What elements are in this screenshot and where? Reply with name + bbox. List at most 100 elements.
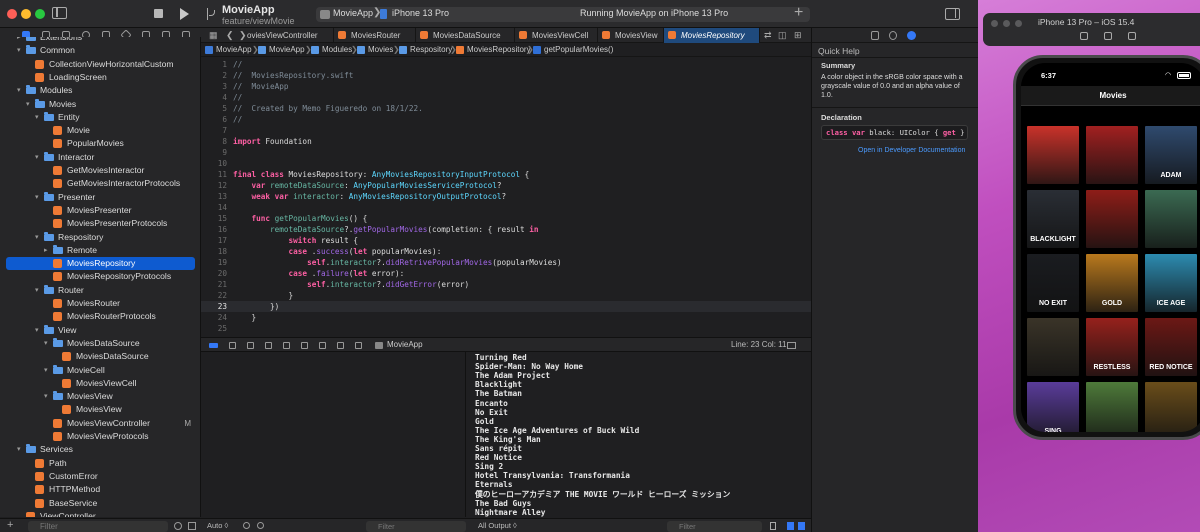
folder-row[interactable]: ▾ Router [0, 284, 200, 297]
code-line[interactable]: 18 case .success(let popularMovies): [201, 246, 811, 257]
back-icon[interactable]: ❮ [226, 30, 234, 41]
environment-overrides-icon[interactable] [337, 342, 344, 349]
file-row[interactable]: BaseService [0, 497, 200, 510]
movie-poster[interactable]: NO EXIT [1027, 254, 1079, 312]
code-line[interactable]: 25 [201, 323, 811, 334]
movie-poster[interactable]: SING [1027, 382, 1079, 432]
folder-row[interactable]: ▾ Interactor [0, 151, 200, 164]
disclosure-open-icon[interactable]: ▾ [35, 231, 39, 244]
code-line[interactable]: 14 [201, 202, 811, 213]
file-inspector-icon[interactable] [871, 31, 879, 40]
code-line[interactable]: 5 // Created by Memo Figueredo on 18/1/22… [201, 103, 811, 114]
forward-icon[interactable]: ❯ [239, 30, 247, 41]
eye-icon[interactable] [257, 522, 264, 529]
editor-tab[interactable]: MoviesRepository [664, 28, 760, 43]
show-variables-icon[interactable] [787, 522, 794, 530]
home-icon[interactable] [1080, 32, 1088, 40]
code-line[interactable]: 8 import Foundation [201, 136, 811, 147]
file-row[interactable]: PopularMovies [0, 137, 200, 150]
movie-poster[interactable] [1086, 126, 1138, 184]
disclosure-open-icon[interactable]: ▾ [17, 84, 21, 97]
folder-row[interactable]: ▾ Modules [0, 84, 200, 97]
file-row[interactable]: CollectionViewHorizontalCustom [0, 58, 200, 71]
info-icon[interactable] [243, 522, 250, 529]
close-window-button[interactable] [7, 9, 17, 19]
screenshot-icon[interactable] [1104, 32, 1112, 40]
movie-poster[interactable] [1027, 318, 1079, 376]
code-line[interactable]: 12 var remoteDataSource: AnyPopularMovie… [201, 180, 811, 191]
code-line[interactable]: 10 [201, 158, 811, 169]
movie-poster[interactable]: BLACKLIGHT [1027, 190, 1079, 248]
file-row[interactable]: MoviesView [0, 403, 200, 416]
folder-row[interactable]: ▾ MoviesDataSource [0, 337, 200, 350]
code-line[interactable]: 11 final class MoviesRepository: AnyMovie… [201, 169, 811, 180]
folder-row[interactable]: ▸ Remote [0, 244, 200, 257]
related-items-icon[interactable]: ⇄ [764, 30, 772, 41]
file-row[interactable]: Movie [0, 124, 200, 137]
editor-tab[interactable]: MoviesRouter [334, 28, 416, 43]
editor-tab[interactable]: oviesViewController [245, 28, 334, 43]
folder-row[interactable]: ▾ MovieCell [0, 364, 200, 377]
view-debugger-icon[interactable] [301, 342, 308, 349]
breakpoints-toggle-icon[interactable] [209, 343, 218, 348]
code-line[interactable]: 23 }) [201, 301, 811, 312]
run-icon[interactable] [180, 8, 189, 20]
editor-tab[interactable]: MoviesView [598, 28, 664, 43]
folder-row[interactable]: ▾ View [0, 324, 200, 337]
folder-row[interactable]: ▾ Movies [0, 98, 200, 111]
code-line[interactable]: 19 self.interactor?.didRetrivePopularMov… [201, 257, 811, 268]
plus-icon[interactable]: + [7, 519, 13, 531]
file-row[interactable]: MoviesRouter [0, 297, 200, 310]
console-output-select[interactable]: All Output ◊ [478, 521, 517, 530]
zoom-window-button[interactable] [35, 9, 45, 19]
movies-collection[interactable]: ADAM BLACKLIGHT NO EXIT GOLD ICE AGE RESTLESS… [1021, 107, 1200, 432]
recent-files-icon[interactable] [174, 522, 182, 530]
pause-icon[interactable] [229, 342, 236, 349]
movie-poster[interactable] [1027, 126, 1079, 184]
file-row[interactable]: MoviesPresenterProtocols [0, 217, 200, 230]
file-row[interactable]: MoviesRouterProtocols [0, 310, 200, 323]
file-row[interactable]: HTTPMethod [0, 483, 200, 496]
variables-scope-select[interactable]: Auto ◊ [207, 521, 228, 530]
file-row[interactable]: MoviesRepositoryProtocols [0, 270, 200, 283]
folder-row[interactable]: ▾ Common [0, 44, 200, 57]
variables-filter-input[interactable]: Filter [366, 521, 466, 532]
branch-name[interactable]: feature/viewMovie [222, 16, 295, 26]
console-output[interactable]: Turning Red Spider-Man: No Way Home The Ad… [467, 352, 811, 517]
disclosure-open-icon[interactable]: ▾ [17, 44, 21, 57]
movie-poster[interactable]: ICE AGE [1145, 254, 1197, 312]
disclosure-open-icon[interactable]: ▾ [44, 390, 48, 403]
scheme-selector[interactable]: MovieApp ❯ iPhone 13 Pro Running MovieAp… [316, 7, 810, 22]
code-line[interactable]: 24 } [201, 312, 811, 323]
disclosure-open-icon[interactable]: ▾ [35, 324, 39, 337]
filter-modified-icon[interactable] [188, 522, 196, 530]
disclosure-open-icon[interactable]: ▾ [35, 111, 39, 124]
code-line[interactable]: 9 [201, 147, 811, 158]
movie-poster[interactable] [1086, 190, 1138, 248]
file-row[interactable]: MoviesPresenter [0, 204, 200, 217]
movie-poster[interactable] [1145, 190, 1197, 248]
step-over-icon[interactable] [247, 342, 254, 349]
editor-tab[interactable]: MoviesViewCell [515, 28, 598, 43]
code-line[interactable]: 7 [201, 125, 811, 136]
console-filter-input[interactable]: Filter [667, 521, 762, 532]
movie-poster[interactable]: RESTLESS [1086, 318, 1138, 376]
file-row[interactable]: GetMoviesInteractor [0, 164, 200, 177]
scheme-app-name[interactable]: MovieApp [333, 8, 373, 18]
file-row[interactable]: CustomError [0, 470, 200, 483]
movie-poster[interactable]: GOLD [1086, 254, 1138, 312]
code-line[interactable]: 22 } [201, 290, 811, 301]
grid-icon[interactable]: ▦ [209, 30, 218, 41]
editor-tab[interactable]: MoviesDataSource [416, 28, 515, 43]
code-line[interactable]: 1 // [201, 59, 811, 70]
code-line[interactable]: 2 // MoviesRepository.swift [201, 70, 811, 81]
file-row[interactable]: ViewController [0, 510, 200, 517]
movie-poster[interactable] [1086, 382, 1138, 432]
minimize-window-button[interactable] [1003, 20, 1010, 27]
disclosure-open-icon[interactable]: ▾ [35, 191, 39, 204]
navigator-toggle-icon[interactable] [52, 7, 67, 19]
code-line[interactable]: 21 self.interactor?.didGetError(error) [201, 279, 811, 290]
code-line[interactable]: 13 weak var interactor: AnyMoviesReposit… [201, 191, 811, 202]
developer-docs-link[interactable]: Open in Developer Documentation [858, 147, 965, 154]
disclosure-closed-icon[interactable]: ▸ [44, 244, 48, 257]
